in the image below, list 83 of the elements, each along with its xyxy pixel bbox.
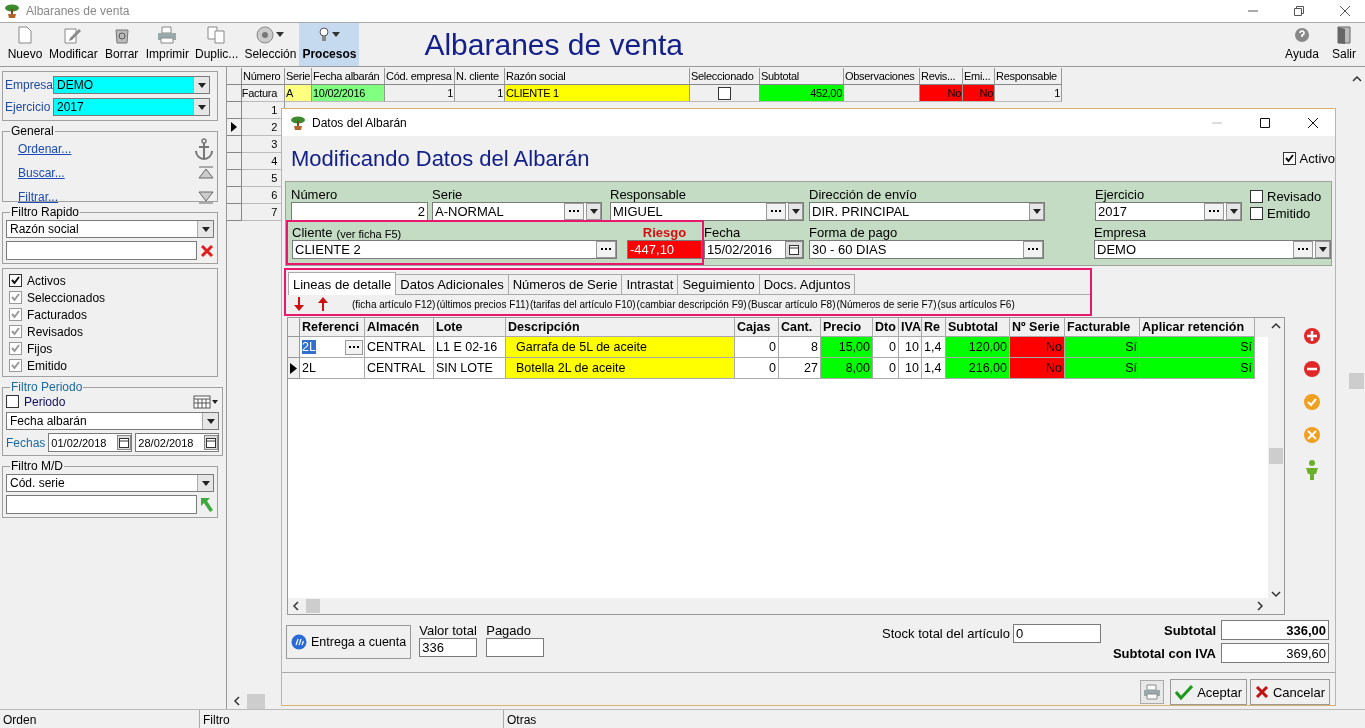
- field-label: Subtotal con IVA: [1112, 645, 1216, 661]
- table-cell: 0: [735, 337, 779, 358]
- table-cell: Garrafa de 5L de aceite: [506, 337, 735, 358]
- checkbox-label: Emitido: [27, 358, 67, 373]
- field-label: Dirección de envío: [809, 186, 918, 202]
- field-label: Número: [291, 186, 339, 202]
- group-title: Filtro Periodo: [10, 381, 84, 393]
- table-cell: 15,00: [821, 337, 873, 358]
- page-heading: Albaranes de venta: [424, 27, 683, 62]
- group-title: General: [10, 125, 55, 137]
- checkbox-label: Activo: [1299, 151, 1335, 166]
- table-cell: 120,00: [946, 337, 1010, 358]
- status-bar-field: Orden: [0, 710, 200, 728]
- field-label: Riesgo: [641, 224, 688, 240]
- field-label: Ejercicio: [5, 100, 52, 114]
- table-cell: 1: [242, 102, 285, 119]
- field-label: Subtotal: [1164, 622, 1216, 638]
- table-cell: A: [285, 85, 312, 102]
- table-cell: Botella 2L de aceite: [506, 358, 735, 379]
- table-cell: CENTRAL: [365, 358, 434, 379]
- table-cell: 10: [899, 358, 922, 379]
- field-label: Fecha: [704, 224, 742, 240]
- field-label: Ejercicio: [1095, 186, 1146, 202]
- checkbox-label: Facturados: [27, 307, 88, 322]
- table-cell: 0: [873, 358, 899, 379]
- checkbox-label: Periodo: [24, 394, 66, 409]
- field-label: Cliente: [292, 225, 333, 240]
- shortcut-hint: (últimos precios F11): [436, 298, 529, 310]
- subtotal-with-tax-field: 369,60: [1221, 643, 1329, 663]
- field-label: Stock total del artículo: [882, 626, 1010, 641]
- status-bar-field: Otras: [504, 710, 1365, 728]
- dialog-heading: Modificando Datos del Albarán: [291, 145, 590, 172]
- stock-field: 0: [1012, 624, 1101, 643]
- group-title: Filtro M/D: [10, 460, 64, 472]
- table-cell: CENTRAL: [365, 337, 434, 358]
- shortcut-hint: (Buscar artículo F8): [747, 298, 836, 310]
- table-cell: 8,00: [821, 358, 873, 379]
- table-cell: Factura: [242, 85, 285, 102]
- table-cell: No: [920, 85, 963, 102]
- subtotal-field: 336,00: [1221, 620, 1329, 640]
- field-hint: (ver ficha F5): [336, 228, 402, 240]
- table-cell: No: [1010, 337, 1065, 358]
- field-label: Valor total: [419, 622, 478, 638]
- table-cell: 2L: [300, 358, 365, 379]
- table-cell: CLIENTE 1: [505, 85, 690, 102]
- checkbox-label: Seleccionados: [27, 290, 106, 305]
- field-label: Forma de pago: [809, 224, 899, 240]
- table-cell: 0: [735, 358, 779, 379]
- shortcut-hint: (tarifas del artículo F10): [530, 298, 636, 310]
- table-cell: 0: [873, 337, 899, 358]
- table-cell: Sí: [1140, 358, 1255, 379]
- field-label: Empresa: [5, 78, 53, 92]
- field-label: Pagado: [486, 622, 533, 638]
- table-cell: 1: [455, 85, 505, 102]
- group-title: Filtro Rapido: [10, 206, 81, 218]
- table-cell: Sí: [1065, 358, 1140, 379]
- checkbox-label: Revisados: [27, 324, 84, 339]
- shortcut-hint: (sus artículos F6): [937, 298, 1015, 310]
- status-bar-field: Filtro: [200, 710, 504, 728]
- table-cell: No: [1010, 358, 1065, 379]
- table-cell: 452,00: [760, 85, 844, 102]
- shortcut-hint: (ficha artículo F12): [352, 298, 436, 310]
- table-cell: No: [963, 85, 995, 102]
- shortcut-hint: (cambiar descripción F9): [636, 298, 747, 310]
- shortcut-hint: (Números de serie F7): [836, 298, 937, 310]
- field-label: Serie: [432, 186, 464, 202]
- field-label: Fechas: [6, 435, 46, 450]
- field-label: Empresa: [1094, 224, 1148, 240]
- table-cell: 1: [995, 85, 1062, 102]
- checkbox-label: Emitido: [1267, 206, 1311, 221]
- checkbox-label: Fijos: [27, 341, 53, 356]
- window-title: Albaranes de venta: [26, 4, 130, 18]
- risk-field: -447,10: [627, 240, 702, 259]
- field-label: Responsable: [610, 186, 687, 202]
- checkbox-label: Activos: [27, 273, 66, 288]
- dialog-title: Datos del Albarán: [312, 115, 407, 130]
- table-cell: 10: [899, 337, 922, 358]
- table-cell: 1: [385, 85, 455, 102]
- table-cell: 10/02/2016: [312, 85, 385, 102]
- checkbox-label: Revisado: [1267, 189, 1322, 204]
- table-cell: Sí: [1065, 337, 1140, 358]
- table-cell: Sí: [1140, 337, 1255, 358]
- table-cell: 216,00: [946, 358, 1010, 379]
